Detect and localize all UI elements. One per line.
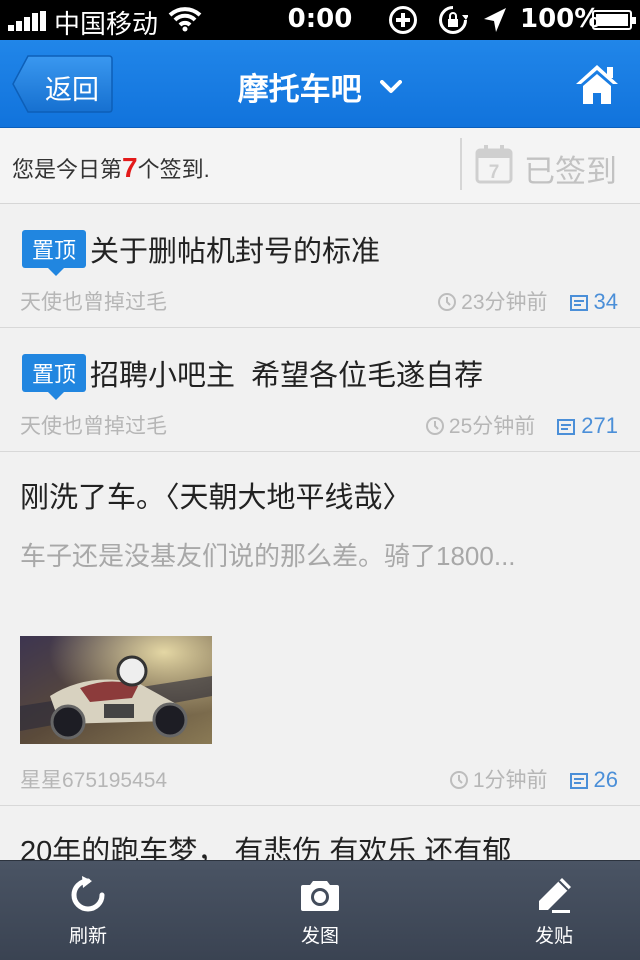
post-author[interactable]: 天使也曾掉过毛 bbox=[20, 410, 167, 440]
orientation-lock-icon bbox=[439, 6, 468, 34]
location-arrow-icon bbox=[484, 8, 506, 32]
clock-icon bbox=[425, 417, 444, 435]
refresh-icon bbox=[71, 876, 105, 912]
reply-count: 271 bbox=[581, 413, 618, 438]
new-post-button[interactable]: 发贴 bbox=[474, 861, 634, 960]
clock-icon bbox=[438, 293, 457, 311]
post-author[interactable]: 天使也曾掉过毛 bbox=[20, 286, 167, 316]
post-item[interactable]: 刚洗了车。〈天朝大地平线哉〉 车子还是没基友们说的那么差。骑了1800... 星… bbox=[0, 452, 640, 806]
pinned-badge: 置顶 bbox=[22, 354, 87, 400]
post-title: 刚洗了车。〈天朝大地平线哉〉 bbox=[20, 482, 412, 514]
refresh-label: 刷新 bbox=[68, 926, 107, 947]
post-excerpt: 车子还是没基友们说的那么差。骑了1800... bbox=[20, 541, 516, 571]
reply-count-icon bbox=[569, 295, 588, 311]
signin-bar: 您是今日第7个签到. 7 已签到 bbox=[0, 128, 640, 204]
signin-rank-text: 您是今日第7个签到. bbox=[12, 152, 210, 184]
signin-suffix: 个签到. bbox=[137, 157, 210, 182]
reply-count-icon bbox=[569, 773, 588, 789]
refresh-button[interactable]: 刷新 bbox=[8, 861, 168, 960]
post-meta: 1分钟前 26 bbox=[449, 764, 618, 794]
divider bbox=[460, 138, 462, 190]
page-title: 摩托车吧 bbox=[237, 72, 362, 107]
post-time: 25分钟前 bbox=[448, 415, 536, 438]
back-button[interactable]: 返回 bbox=[12, 55, 113, 113]
back-button-label: 返回 bbox=[45, 75, 99, 105]
camera-icon bbox=[301, 881, 339, 911]
forum-title-dropdown[interactable]: 摩托车吧 bbox=[200, 64, 440, 109]
home-icon[interactable] bbox=[574, 62, 620, 108]
bottom-toolbar: 刷新 发图 发贴 bbox=[0, 860, 640, 960]
chevron-down-icon bbox=[380, 79, 403, 93]
post-item[interactable]: 置顶 招聘小吧主 希望各位毛遂自荐 天使也曾掉过毛 25分钟前 271 bbox=[0, 328, 640, 452]
calendar-day: 7 bbox=[489, 162, 500, 183]
plus-circle-icon bbox=[389, 6, 417, 34]
pinned-badge: 置顶 bbox=[22, 230, 87, 276]
signin-status-button[interactable]: 已签到 bbox=[524, 146, 617, 191]
post-meta: 25分钟前 271 bbox=[425, 410, 618, 440]
signin-rank-number: 7 bbox=[122, 152, 138, 183]
calendar-icon: 7 bbox=[475, 145, 513, 184]
post-item[interactable]: 置顶 关于删帖机封号的标准 天使也曾掉过毛 23分钟前 34 bbox=[0, 204, 640, 328]
post-title-line: 置顶 关于删帖机封号的标准 bbox=[20, 228, 381, 276]
status-bar: 中国移动 0:00 100% bbox=[0, 0, 640, 40]
post-time: 23分钟前 bbox=[461, 291, 548, 314]
post-title-line: 置顶 招聘小吧主 希望各位毛遂自荐 bbox=[20, 352, 484, 400]
nav-bar: 返回 摩托车吧 bbox=[0, 40, 640, 128]
reply-count: 34 bbox=[593, 289, 618, 314]
post-title: 关于删帖机封号的标准 bbox=[90, 236, 381, 268]
post-author[interactable]: 星星675195454 bbox=[20, 764, 167, 794]
post-meta: 23分钟前 34 bbox=[437, 286, 618, 316]
post-title: 招聘小吧主 希望各位毛遂自荐 bbox=[90, 360, 484, 392]
battery-percent: 100% bbox=[520, 4, 601, 34]
battery-icon bbox=[592, 10, 636, 30]
post-photo-button[interactable]: 发图 bbox=[240, 861, 400, 960]
post-thumbnail-image[interactable] bbox=[20, 636, 212, 744]
post-time: 1分钟前 bbox=[472, 769, 548, 792]
reply-count-icon bbox=[557, 419, 576, 435]
signin-prefix: 您是今日第 bbox=[12, 157, 123, 182]
post-photo-label: 发图 bbox=[300, 926, 339, 947]
reply-count: 26 bbox=[593, 767, 618, 792]
new-post-label: 发贴 bbox=[534, 926, 573, 947]
clock-icon bbox=[449, 771, 468, 789]
pencil-icon bbox=[539, 878, 571, 913]
